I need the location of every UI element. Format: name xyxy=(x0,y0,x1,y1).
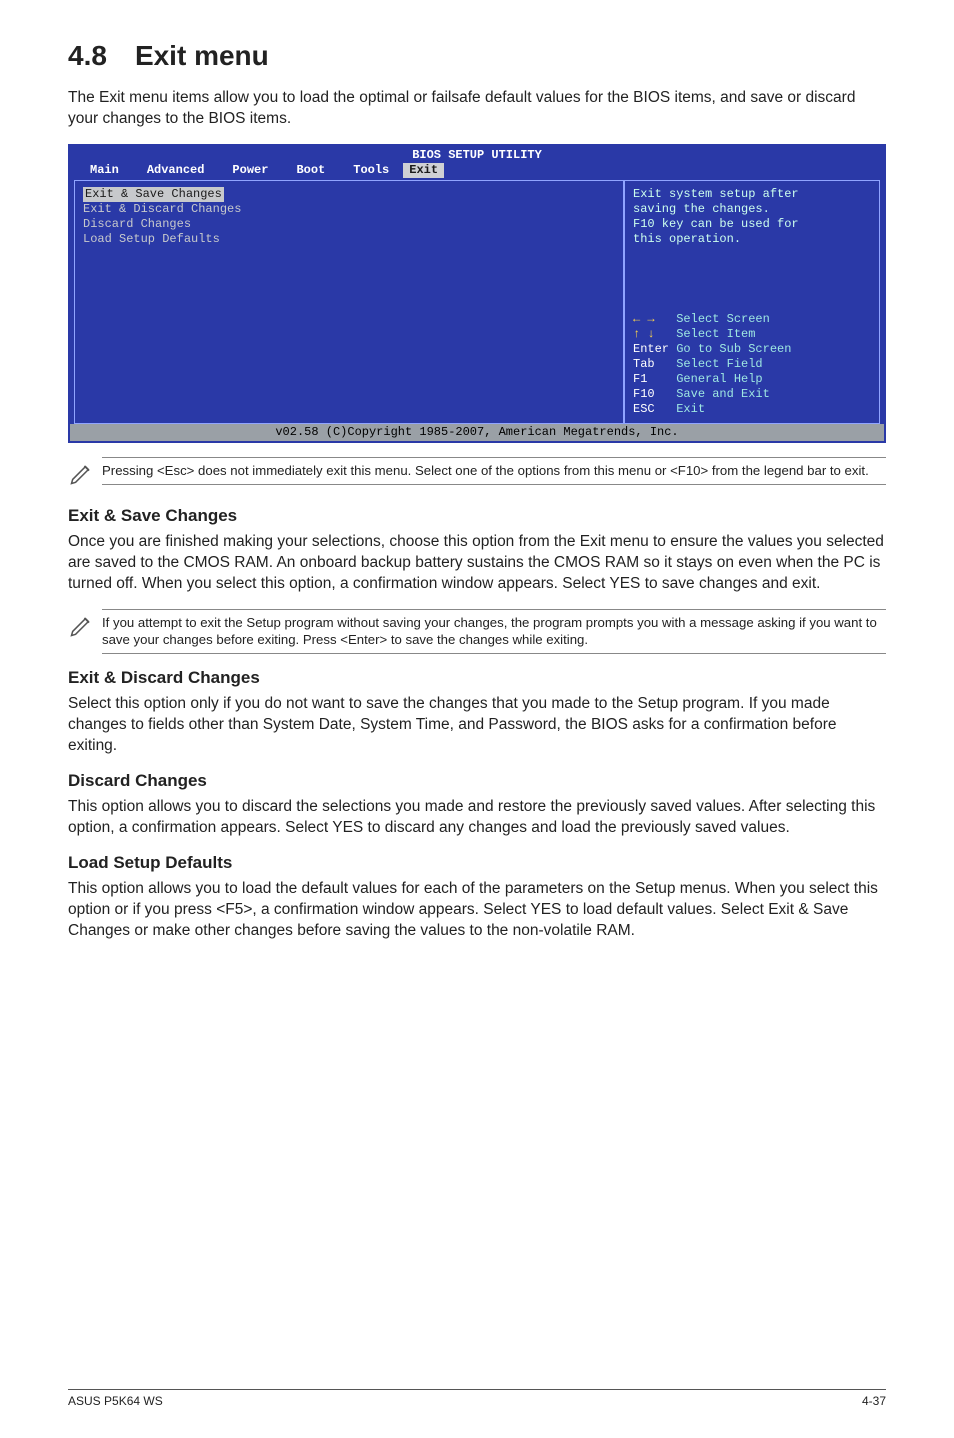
intro-paragraph: The Exit menu items allow you to load th… xyxy=(68,88,886,130)
bios-help-line: saving the changes. xyxy=(633,202,871,217)
bios-key-row: ESC Exit xyxy=(633,402,871,417)
bios-tab-power: Power xyxy=(218,163,282,178)
bios-key-row: Enter Go to Sub Screen xyxy=(633,342,871,357)
bios-title: BIOS SETUP UTILITY xyxy=(70,146,884,163)
bios-help-text: Exit system setup after saving the chang… xyxy=(633,187,871,247)
section-title: Exit menu xyxy=(135,40,269,71)
section-heading: 4.8 Exit menu xyxy=(68,40,886,72)
bios-key-desc: Select Screen xyxy=(676,312,770,326)
paragraph-discard-exit: Select this option only if you do not wa… xyxy=(68,694,886,757)
bios-tab-tools: Tools xyxy=(339,163,403,178)
pencil-icon xyxy=(68,457,102,492)
subheading-discard: Discard Changes xyxy=(68,771,886,791)
bios-help-pane: Exit system setup after saving the chang… xyxy=(624,180,880,424)
bios-key-desc: General Help xyxy=(676,372,762,386)
note-text: If you attempt to exit the Setup program… xyxy=(102,614,886,650)
bios-menu-item: Discard Changes xyxy=(83,217,615,232)
subheading-defaults: Load Setup Defaults xyxy=(68,853,886,873)
section-number: 4.8 xyxy=(68,40,107,71)
note-block: Pressing <Esc> does not immediately exit… xyxy=(68,457,886,492)
pencil-icon xyxy=(68,609,102,644)
bios-screenshot: BIOS SETUP UTILITY Main Advanced Power B… xyxy=(68,144,886,443)
note-text-wrap: Pressing <Esc> does not immediately exit… xyxy=(102,457,886,485)
bios-key-desc: Go to Sub Screen xyxy=(676,342,791,356)
bios-key-row: ← → Select Screen xyxy=(633,312,871,327)
bios-key-name: ESC xyxy=(633,402,655,416)
bios-key-name: Tab xyxy=(633,357,655,371)
bios-tab-exit: Exit xyxy=(403,163,444,178)
bios-tab-main: Main xyxy=(76,163,133,178)
bios-key-legend: ← → Select Screen ↑ ↓ Select Item Enter … xyxy=(633,312,871,417)
note-text: Pressing <Esc> does not immediately exit… xyxy=(102,462,886,480)
note-text-wrap: If you attempt to exit the Setup program… xyxy=(102,609,886,655)
bios-tab-boot: Boot xyxy=(282,163,339,178)
bios-key-row: F1 General Help xyxy=(633,372,871,387)
document-page: 4.8 Exit menu The Exit menu items allow y… xyxy=(0,0,954,1438)
bios-key-name: Enter xyxy=(633,342,669,356)
subheading-save: Exit & Save Changes xyxy=(68,506,886,526)
bios-menu-pane: Exit & Save Changes Exit & Discard Chang… xyxy=(74,180,624,424)
footer-right: 4-37 xyxy=(862,1394,886,1408)
bios-key-row: Tab Select Field xyxy=(633,357,871,372)
bios-menu-item: Exit & Discard Changes xyxy=(83,202,615,217)
bios-help-line: this operation. xyxy=(633,232,871,247)
bios-tab-advanced: Advanced xyxy=(133,163,219,178)
footer-left: ASUS P5K64 WS xyxy=(68,1394,163,1408)
paragraph-discard: This option allows you to discard the se… xyxy=(68,797,886,839)
arrow-icon: ↑ ↓ xyxy=(633,327,655,341)
paragraph-save: Once you are finished making your select… xyxy=(68,532,886,595)
bios-help-line: Exit system setup after xyxy=(633,187,871,202)
subheading-discard-exit: Exit & Discard Changes xyxy=(68,668,886,688)
bios-body: Exit & Save Changes Exit & Discard Chang… xyxy=(70,180,884,424)
bios-key-desc: Select Field xyxy=(676,357,762,371)
bios-menu-item: Load Setup Defaults xyxy=(83,232,615,247)
page-footer: ASUS P5K64 WS 4-37 xyxy=(68,1389,886,1408)
bios-key-name: F1 xyxy=(633,372,647,386)
bios-key-desc: Select Item xyxy=(676,327,755,341)
bios-tab-bar: Main Advanced Power Boot Tools Exit xyxy=(70,163,884,180)
bios-menu-item: Exit & Save Changes xyxy=(83,187,224,202)
bios-key-desc: Exit xyxy=(676,402,705,416)
bios-help-line: F10 key can be used for xyxy=(633,217,871,232)
bios-copyright: v02.58 (C)Copyright 1985-2007, American … xyxy=(70,424,884,441)
arrow-icon: ← → xyxy=(633,312,655,326)
paragraph-defaults: This option allows you to load the defau… xyxy=(68,879,886,942)
bios-key-name: F10 xyxy=(633,387,655,401)
bios-key-row: F10 Save and Exit xyxy=(633,387,871,402)
bios-key-row: ↑ ↓ Select Item xyxy=(633,327,871,342)
note-block: If you attempt to exit the Setup program… xyxy=(68,609,886,655)
bios-key-desc: Save and Exit xyxy=(676,387,770,401)
